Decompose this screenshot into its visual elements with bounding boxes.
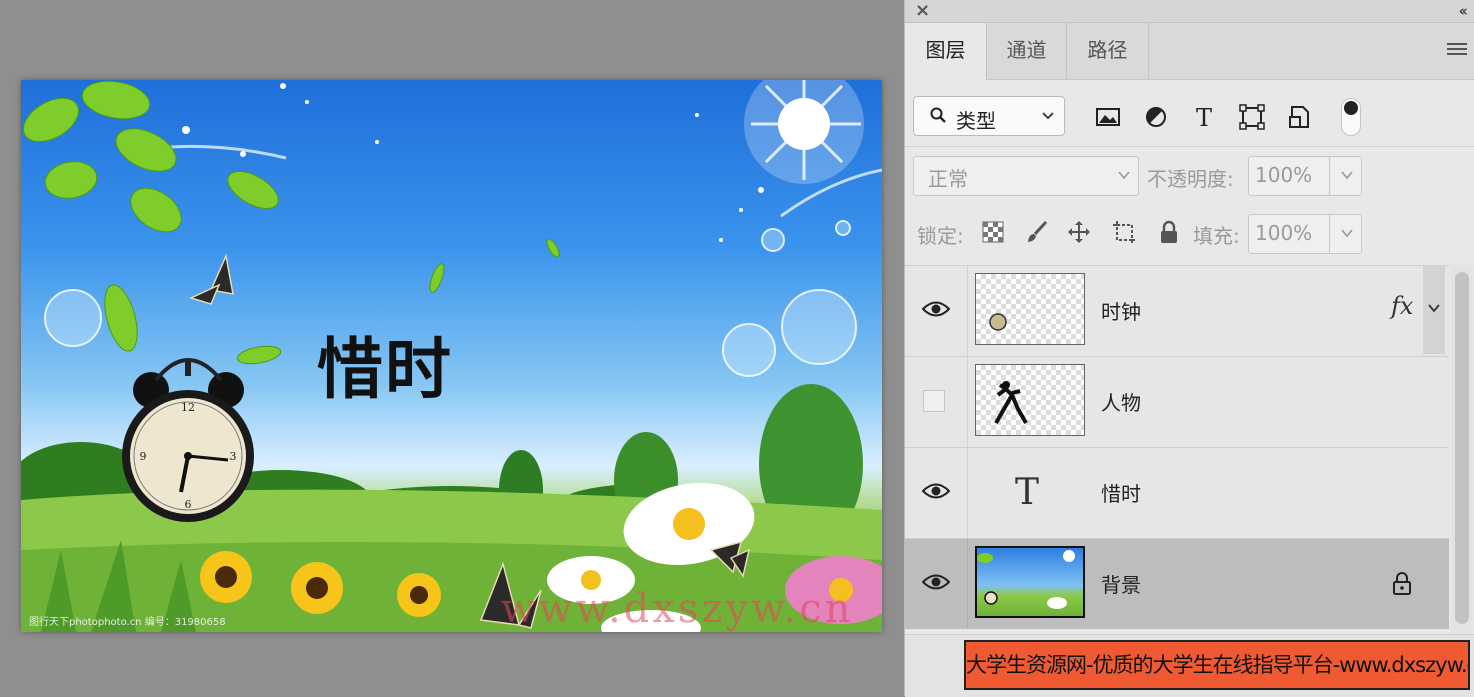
scrollbar-thumb[interactable] <box>1455 272 1469 624</box>
opacity-input[interactable]: 100% <box>1248 156 1362 196</box>
chevron-down-icon <box>1428 304 1440 313</box>
svg-text:12: 12 <box>181 401 195 414</box>
layer-list: 时钟 fx 人物 T 惜时 背景 <box>905 265 1474 635</box>
panel-tabs: 图层 通道 路径 <box>905 23 1474 80</box>
layer-name[interactable]: 人物 <box>1101 387 1141 416</box>
layers-panel: × ‹‹ 图层 通道 路径 类型 T 正常 不透明度: 100% 锁定: 填充:… <box>904 0 1474 697</box>
layer-name[interactable]: 惜时 <box>1101 478 1141 507</box>
opacity-label: 不透明度: <box>1147 167 1234 191</box>
lock-all-icon[interactable] <box>1157 220 1181 244</box>
lock-label: 锁定: <box>917 224 964 248</box>
collapse-panel-icon[interactable]: ‹‹ <box>1459 1 1469 21</box>
panel-title-bar: × ‹‹ <box>905 0 1474 23</box>
fill-value: 100% <box>1255 221 1313 245</box>
layer-row-person[interactable]: 人物 <box>905 356 1449 447</box>
opacity-value: 100% <box>1255 163 1313 187</box>
lock-position-icon[interactable] <box>1067 220 1091 244</box>
filter-kind-select[interactable]: 类型 <box>913 96 1065 136</box>
visibility-column <box>905 448 968 538</box>
layer-thumbnail <box>975 273 1085 345</box>
eye-icon[interactable] <box>922 482 950 500</box>
close-icon[interactable]: × <box>915 1 930 21</box>
text-layer-icon: T <box>1015 472 1040 513</box>
layer-name[interactable]: 时钟 <box>1101 296 1141 325</box>
adjustment-filter-icon[interactable] <box>1143 104 1169 130</box>
canvas-title-text: 惜时 <box>317 331 453 408</box>
leaves <box>23 80 560 365</box>
layer-lock-icon[interactable] <box>1391 571 1413 595</box>
divider <box>1329 157 1330 195</box>
layer-row-text[interactable]: T 惜时 <box>905 447 1449 538</box>
layer-name[interactable]: 背景 <box>1101 569 1141 598</box>
smart-object-filter-icon[interactable] <box>1287 104 1313 130</box>
chevron-down-icon[interactable] <box>1341 170 1353 180</box>
divider <box>905 146 1474 147</box>
layer-thumbnail <box>975 364 1085 436</box>
clock-thumbnail-icon <box>989 313 1007 331</box>
tab-channels[interactable]: 通道 <box>987 23 1067 79</box>
lock-transparent-pixels-icon[interactable] <box>981 220 1005 244</box>
chevron-down-icon <box>1118 171 1130 180</box>
chevron-down-icon[interactable] <box>1341 228 1353 238</box>
site-banner: 大学生资源网-优质的大学生在线指导平台-www.dxszyw.cn <box>964 640 1470 690</box>
svg-text:9: 9 <box>140 450 147 463</box>
sparkles <box>182 83 764 242</box>
visibility-column <box>905 266 968 356</box>
document-canvas[interactable]: 12 3 6 9 惜时 www.dxszyw.cn 图行天下photophoto.cn… <box>21 80 882 632</box>
layer-effects-icon[interactable]: fx <box>1391 292 1413 320</box>
background-thumbnail-icon <box>977 550 1075 609</box>
watermark-text: www.dxszyw.cn <box>501 586 854 632</box>
panel-menu-icon[interactable] <box>1447 43 1467 57</box>
lock-image-pixels-icon[interactable] <box>1025 220 1049 244</box>
tab-layers[interactable]: 图层 <box>905 23 987 80</box>
layer-row-background[interactable]: 背景 <box>905 538 1449 629</box>
eye-icon[interactable] <box>922 300 950 318</box>
shape-filter-icon[interactable] <box>1239 104 1265 130</box>
effects-expand-toggle[interactable] <box>1423 266 1445 354</box>
visibility-column <box>905 539 968 629</box>
visibility-off-checkbox[interactable] <box>923 390 945 412</box>
blend-mode-value: 正常 <box>928 167 968 191</box>
fill-input[interactable]: 100% <box>1248 214 1362 254</box>
type-filter-icon[interactable]: T <box>1191 104 1217 130</box>
filter-toggle-switch[interactable] <box>1341 98 1361 136</box>
layer-row-clock[interactable]: 时钟 fx <box>905 265 1449 356</box>
person-silhouette-icon <box>994 381 1028 424</box>
eye-icon[interactable] <box>922 573 950 591</box>
image-filter-icon[interactable] <box>1095 104 1121 130</box>
search-icon <box>930 107 946 123</box>
tab-paths[interactable]: 路径 <box>1067 23 1149 79</box>
canvas-area[interactable]: 12 3 6 9 惜时 www.dxszyw.cn 图行天下photophoto.cn… <box>0 0 904 696</box>
svg-text:6: 6 <box>185 498 192 511</box>
lock-artboard-icon[interactable] <box>1112 220 1136 244</box>
alarm-clock: 12 3 6 9 <box>122 358 254 522</box>
visibility-column <box>905 357 968 447</box>
fill-label: 填充: <box>1193 224 1240 248</box>
image-credit-text: 图行天下photophoto.cn 编号：31980658 <box>29 617 226 628</box>
divider <box>1329 215 1330 253</box>
filter-kind-label: 类型 <box>956 109 996 133</box>
svg-text:3: 3 <box>230 450 237 463</box>
blend-mode-select[interactable]: 正常 <box>913 156 1139 196</box>
layer-thumbnail <box>975 546 1085 618</box>
chevron-down-icon <box>1042 112 1054 120</box>
svg-text:T: T <box>1196 104 1212 130</box>
